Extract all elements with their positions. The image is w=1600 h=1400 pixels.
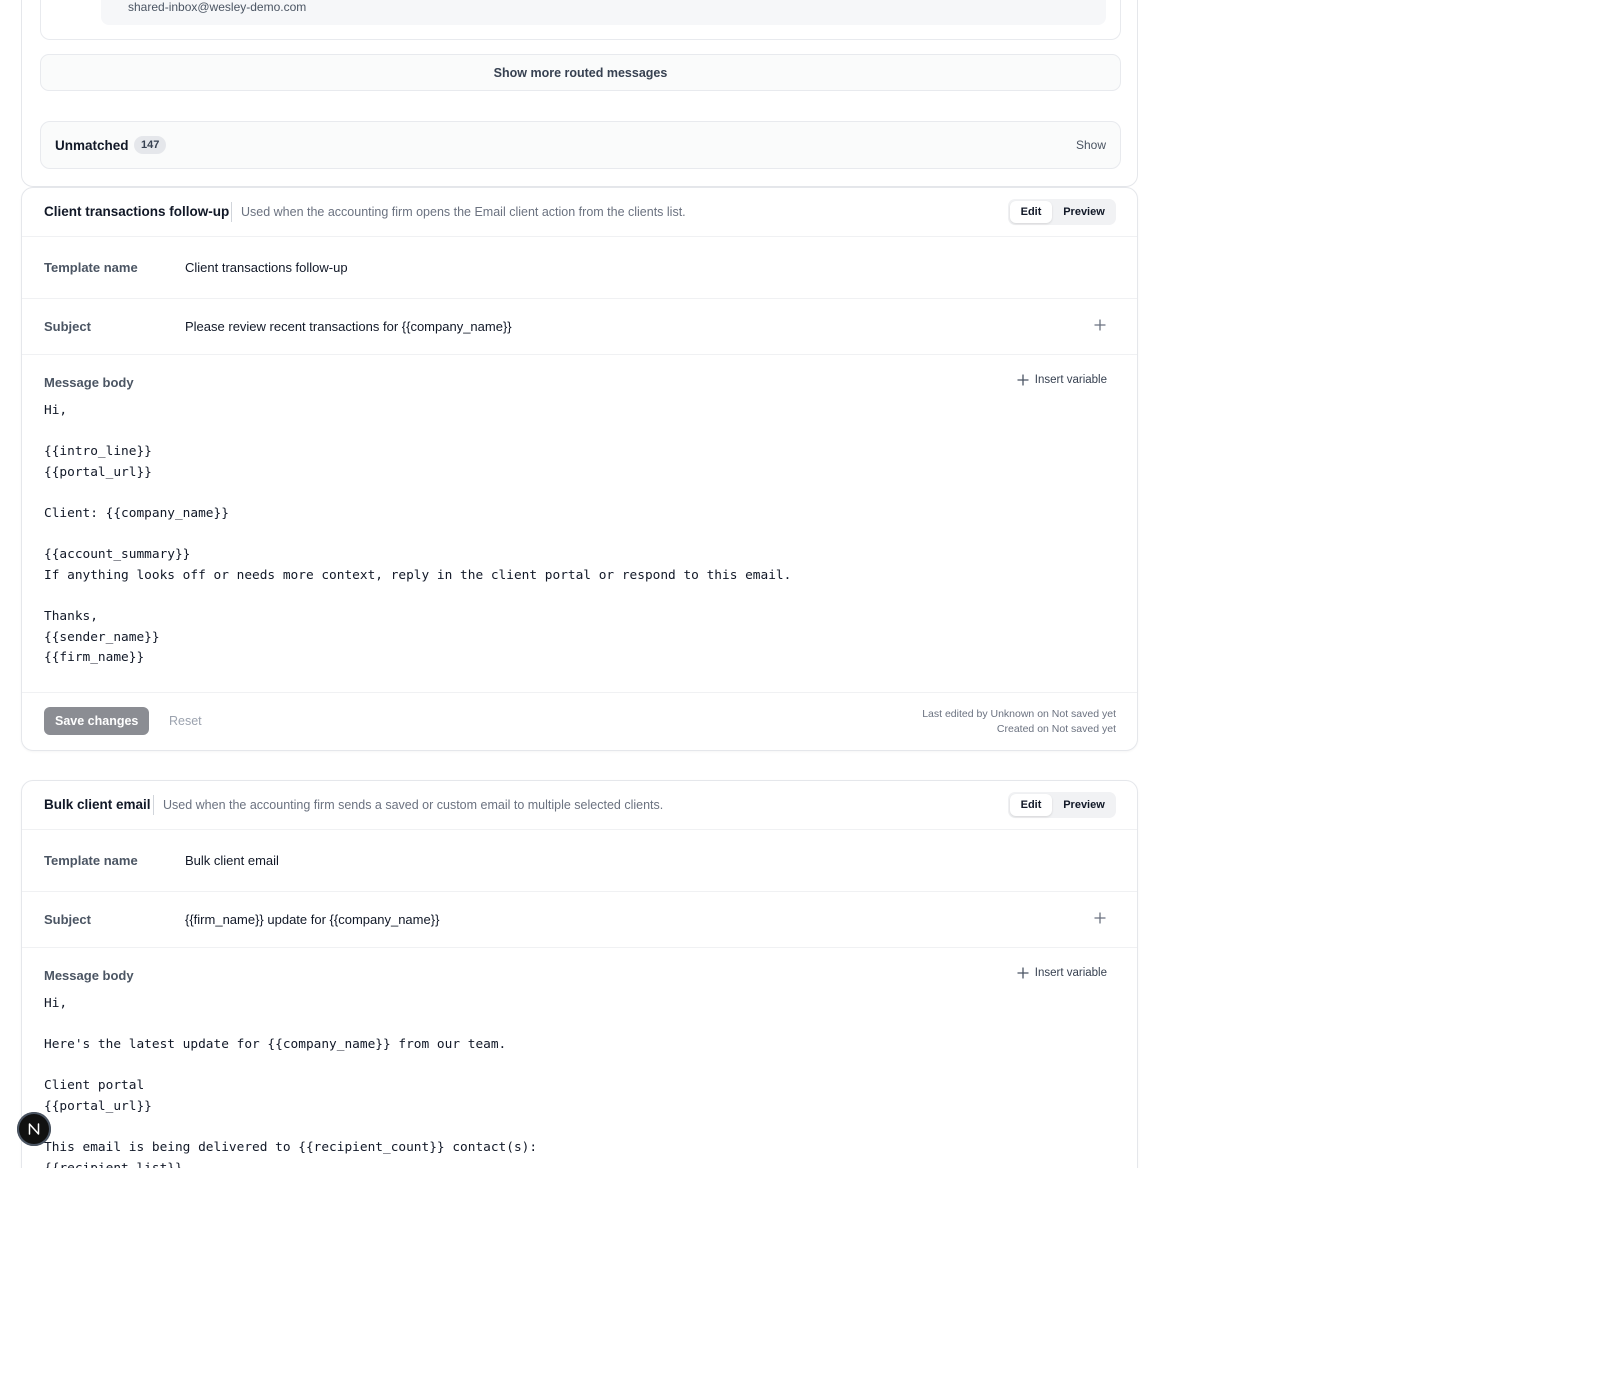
unmatched-section: Unmatched 147 Show	[40, 121, 1121, 169]
template-card-client-transactions: Client transactions follow-up Used when …	[21, 187, 1138, 751]
message-body-label: Message body	[44, 375, 134, 390]
preview-tab[interactable]: Preview	[1054, 794, 1114, 816]
routed-messages-panel: shared-inbox@wesley-demo.com Show more r…	[21, 0, 1138, 187]
save-changes-button[interactable]: Save changes	[44, 707, 150, 735]
subject-row: Subject {{firm_name}} update for {{compa…	[22, 892, 1137, 948]
plus-icon	[1094, 319, 1106, 331]
message-body-editor[interactable]: Hi, {{intro_line}} {{portal_url}} Client…	[44, 401, 1117, 669]
template-card-bulk-client-email: Bulk client email Used when the accounti…	[21, 780, 1138, 1168]
mode-toggle: Edit Preview	[1008, 199, 1116, 225]
subject-insert-variable-button[interactable]	[1091, 316, 1109, 334]
message-body-section: Message body Insert variable Hi, {{intro…	[22, 355, 1137, 685]
show-more-routed-button[interactable]: Show more routed messages	[40, 54, 1121, 91]
created-text: Created on Not saved yet	[996, 723, 1116, 735]
template-name-label: Template name	[44, 260, 138, 275]
message-body-editor[interactable]: Hi, Here's the latest update for {{compa…	[44, 994, 1117, 1168]
routed-recipient-email: shared-inbox@wesley-demo.com	[128, 0, 307, 14]
insert-variable-label: Insert variable	[1034, 967, 1107, 979]
subject-label: Subject	[44, 319, 91, 334]
plus-icon	[1094, 912, 1106, 924]
unmatched-label: Unmatched	[55, 138, 129, 153]
last-edited-text: Last edited by Unknown on Not saved yet	[922, 708, 1116, 720]
template-title: Client transactions follow-up	[44, 204, 230, 219]
insert-variable-label: Insert variable	[1034, 374, 1107, 386]
mode-toggle: Edit Preview	[1008, 792, 1116, 818]
template-name-row: Template name Client transactions follow…	[22, 237, 1137, 299]
template-name-input[interactable]: Client transactions follow-up	[185, 260, 348, 275]
routed-message-item[interactable]: shared-inbox@wesley-demo.com	[40, 0, 1121, 40]
unmatched-count-badge: 147	[134, 136, 167, 154]
edit-tab[interactable]: Edit	[1010, 201, 1052, 223]
subject-label: Subject	[44, 912, 91, 927]
template-name-label: Template name	[44, 853, 138, 868]
card-footer: Save changes Reset Last edited by Unknow…	[22, 692, 1137, 750]
plus-icon	[1017, 374, 1029, 386]
unmatched-show-button[interactable]: Show	[1076, 138, 1106, 152]
template-description: Used when the accounting firm opens the …	[241, 205, 686, 219]
reset-button[interactable]: Reset	[169, 714, 202, 728]
message-body-section: Message body Insert variable Hi, Here's …	[22, 948, 1137, 1168]
subject-row: Subject Please review recent transaction…	[22, 299, 1137, 355]
routed-recipient-box: shared-inbox@wesley-demo.com	[101, 0, 1106, 25]
plus-icon	[1017, 967, 1029, 979]
message-body-label: Message body	[44, 968, 134, 983]
subject-input[interactable]: {{firm_name}} update for {{company_name}…	[185, 912, 439, 927]
subject-input[interactable]: Please review recent transactions for {{…	[185, 319, 512, 334]
edit-metadata: Last edited by Unknown on Not saved yet …	[922, 707, 1116, 737]
title-divider	[231, 202, 232, 222]
template-name-input[interactable]: Bulk client email	[185, 853, 279, 868]
subject-insert-variable-button[interactable]	[1091, 909, 1109, 927]
card-header: Client transactions follow-up Used when …	[22, 188, 1137, 237]
floating-avatar-button[interactable]	[17, 1112, 51, 1146]
preview-tab[interactable]: Preview	[1054, 201, 1114, 223]
template-description: Used when the accounting firm sends a sa…	[163, 798, 664, 812]
page-viewport: shared-inbox@wesley-demo.com Show more r…	[0, 0, 1600, 1168]
template-title: Bulk client email	[44, 797, 151, 812]
insert-variable-button[interactable]: Insert variable	[1017, 374, 1107, 386]
n-logo-icon	[28, 1123, 40, 1135]
insert-variable-button[interactable]: Insert variable	[1017, 967, 1107, 979]
card-header: Bulk client email Used when the accounti…	[22, 781, 1137, 830]
title-divider	[153, 795, 154, 815]
template-name-row: Template name Bulk client email	[22, 830, 1137, 892]
edit-tab[interactable]: Edit	[1010, 794, 1052, 816]
